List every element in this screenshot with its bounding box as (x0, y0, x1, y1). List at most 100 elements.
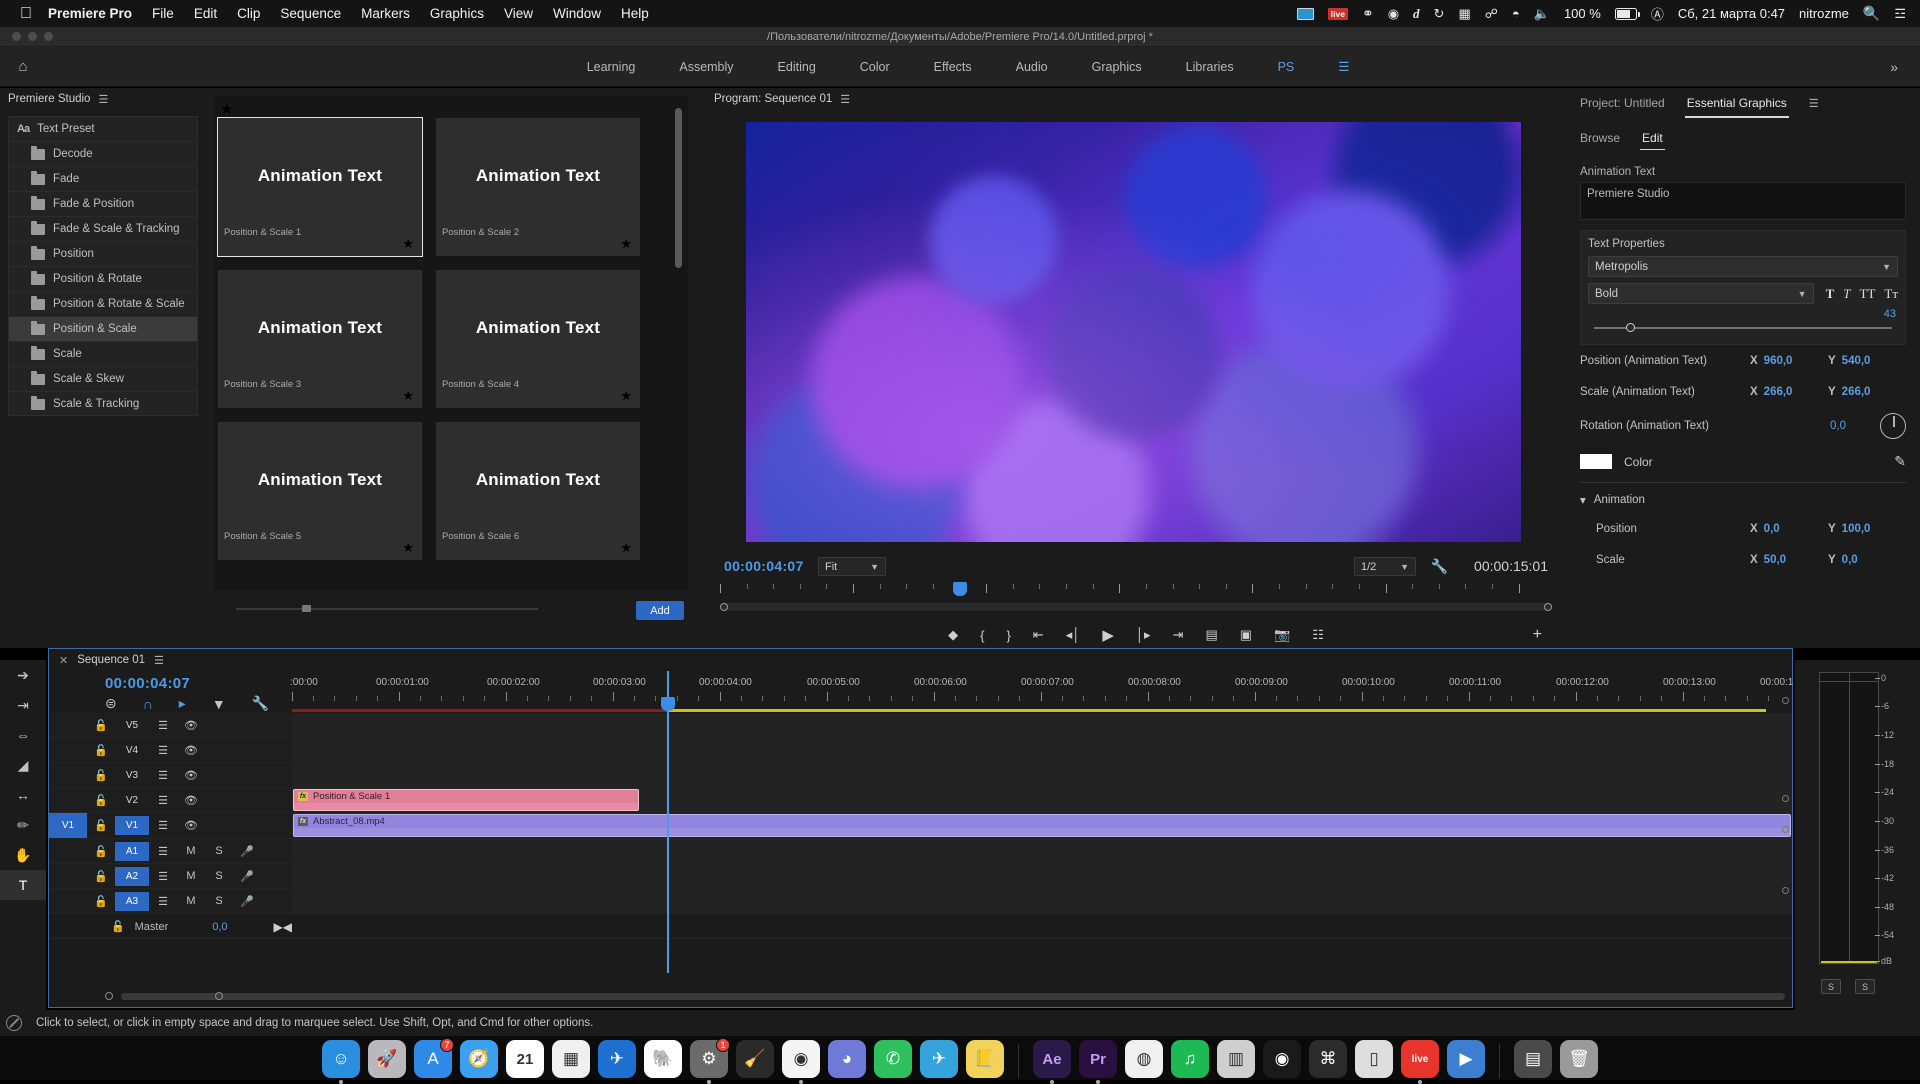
type-tool-icon[interactable]: T (0, 870, 46, 900)
master-value[interactable]: 0,0 (212, 921, 227, 933)
microphone-icon[interactable]: 🎤 (233, 895, 261, 908)
track-select-forward-icon[interactable]: ⇥ (0, 690, 46, 720)
scale-x[interactable]: X 266,0 (1750, 386, 1828, 398)
preset-scrollbar[interactable] (675, 108, 682, 268)
add-button[interactable]: Add (636, 601, 684, 620)
battery-icon[interactable] (1614, 7, 1640, 20)
folder-scale[interactable]: Scale (9, 342, 197, 367)
dock-item-chrome[interactable]: ◉ (782, 1040, 820, 1084)
track-content-a1[interactable] (292, 839, 1792, 863)
dock-item-evernote[interactable]: 🐘 (644, 1040, 682, 1078)
timeline-clip-position-scale-1[interactable]: fx Position & Scale 1 (293, 789, 639, 811)
folder-scale-tracking[interactable]: Scale & Tracking (9, 392, 197, 415)
linked-selection-icon[interactable]: ▸ (179, 695, 186, 712)
go-to-in-icon[interactable]: ⇤ (1033, 627, 1044, 643)
preset-folder-tree[interactable]: Aa Text Preset Decode Fade Fade & Positi… (8, 116, 198, 416)
track-target-v4[interactable] (49, 738, 87, 762)
creative-cloud-icon[interactable]: ⚭ (1362, 5, 1374, 22)
step-back-icon[interactable]: ◂│ (1066, 627, 1081, 643)
datetime-label[interactable]: Сб, 21 марта 0:47 (1678, 6, 1785, 21)
menu-edit[interactable]: Edit (194, 6, 217, 21)
scrollbar-thumb[interactable] (121, 993, 1785, 1000)
hamburger-icon[interactable]: ☰ (98, 93, 108, 106)
hamburger-icon[interactable]: ☰ (840, 93, 850, 106)
pan-icon[interactable]: ▶◀ (274, 920, 292, 934)
track-target-a1[interactable] (49, 839, 87, 863)
dock-item-cleanmymac[interactable]: 🧹 (736, 1040, 774, 1078)
thumbnail-size-slider[interactable] (214, 604, 688, 614)
tab-learning[interactable]: Learning (587, 60, 636, 74)
dock-item-downloads[interactable]: ▤ (1514, 1040, 1552, 1078)
dock-item-calendar[interactable]: 21 (506, 1040, 544, 1078)
tab-essential-graphics[interactable]: Essential Graphics (1684, 96, 1789, 118)
menu-view[interactable]: View (504, 6, 533, 21)
star-icon[interactable]: ★ (620, 388, 632, 404)
track-header-a3[interactable]: 🔓 A3 ☰ M S 🎤 (49, 889, 292, 913)
animation-scale-y[interactable]: Y 0,0 (1828, 554, 1906, 566)
slider-knob[interactable] (1626, 323, 1635, 332)
keyframe-dot[interactable] (1782, 697, 1789, 704)
track-header-v3[interactable]: 🔓 V3 ☰ 👁 (49, 763, 292, 787)
dock-item-keyboard-maestro[interactable]: ⌘ (1309, 1040, 1347, 1078)
dock-item-telegram[interactable]: ✈ (920, 1040, 958, 1078)
d-icon[interactable]: d (1413, 6, 1420, 22)
battery-percent-label[interactable]: 100 % (1564, 6, 1601, 21)
color-swatch[interactable] (1580, 454, 1612, 469)
eyedropper-icon[interactable]: ✎ (1894, 453, 1906, 470)
tab-editing[interactable]: Editing (778, 60, 816, 74)
live-icon[interactable]: live (1327, 7, 1348, 20)
tab-assembly[interactable]: Assembly (679, 60, 733, 74)
dock-item-photoshop-express[interactable]: ◍ (1125, 1040, 1163, 1078)
step-forward-icon[interactable]: │▸ (1136, 627, 1151, 643)
position-y[interactable]: Y 540,0 (1828, 355, 1906, 367)
dock-item-system-preferences[interactable]: ⚙ 1 (690, 1038, 730, 1084)
workspace-menu-icon[interactable]: ☰ (1338, 59, 1349, 74)
rotation-dial-icon[interactable] (1880, 413, 1906, 439)
timeline-clip-abstract08[interactable]: fx Abstract_08.mp4 (293, 814, 1791, 837)
timeline-playhead[interactable] (660, 671, 675, 973)
subtab-edit[interactable]: Edit (1640, 131, 1665, 150)
axis-value[interactable]: 266,0 (1764, 386, 1793, 398)
lock-icon[interactable]: 🔓 (87, 719, 115, 732)
folder-position-scale[interactable]: Position & Scale (9, 317, 197, 342)
mute-button-a3[interactable]: M (177, 895, 205, 907)
star-icon[interactable]: ★ (402, 540, 414, 556)
preset-card-1[interactable]: Animation Text Position & Scale 1 ★ (217, 117, 423, 257)
keyframe-dot[interactable] (1782, 795, 1789, 802)
track-content-a2[interactable] (292, 864, 1792, 888)
all-caps-icon[interactable]: TT (1859, 286, 1875, 302)
zoom-left-handle[interactable] (105, 992, 113, 1000)
nest-sequence-icon[interactable]: ⊜ (105, 695, 117, 712)
slip-tool-icon[interactable]: ↔ (0, 780, 46, 810)
microphone-icon[interactable]: 🎤 (233, 870, 261, 883)
sync-lock-icon[interactable]: ☰ (149, 744, 177, 757)
track-target-v1[interactable]: V1 (49, 813, 87, 838)
track-target-a2[interactable] (49, 864, 87, 888)
scrub-right-handle[interactable] (1544, 603, 1552, 611)
graphic-text-input[interactable]: Premiere Studio (1580, 182, 1906, 220)
resolution-dropdown[interactable]: 1/2 ▼ (1354, 557, 1416, 576)
axis-value[interactable]: 0,0 (1842, 554, 1858, 566)
audio-meter-bars[interactable] (1819, 672, 1879, 964)
program-current-time[interactable]: 00:00:04:07 (724, 558, 804, 574)
faux-italic-icon[interactable]: T (1843, 286, 1850, 302)
font-family-dropdown[interactable]: Metropolis ▼ (1588, 256, 1898, 277)
animation-position-x[interactable]: X 0,0 (1750, 523, 1828, 535)
preset-card-4[interactable]: Animation Text Position & Scale 4 ★ (436, 270, 640, 408)
preset-grid-scroll-area[interactable]: ★ Animation Text Position & Scale 1 ★ An… (214, 96, 688, 590)
lock-icon[interactable]: 🔓 (87, 845, 115, 858)
small-caps-icon[interactable]: Tᴛ (1884, 286, 1898, 302)
folder-position-rotate[interactable]: Position & Rotate (9, 267, 197, 292)
dock-item-screenflow[interactable]: ▶ (1447, 1040, 1485, 1078)
track-content-v2[interactable]: fx Position & Scale 1 (292, 788, 1792, 812)
track-header-master[interactable]: 🔓 Master 0,0 ▶◀ (49, 914, 292, 939)
display-icon[interactable] (1296, 7, 1314, 20)
solo-button-a3[interactable]: S (205, 895, 233, 907)
font-size-value[interactable]: 43 (1590, 308, 1896, 320)
menu-file[interactable]: File (152, 6, 174, 21)
rotation-value[interactable]: 0,0 (1830, 420, 1846, 432)
home-icon[interactable]: ⌂ (0, 58, 46, 75)
program-scrub-bar[interactable] (720, 603, 1552, 611)
sync-lock-icon[interactable]: ☰ (149, 719, 177, 732)
folder-position-rotate-scale[interactable]: Position & Rotate & Scale (9, 292, 197, 317)
